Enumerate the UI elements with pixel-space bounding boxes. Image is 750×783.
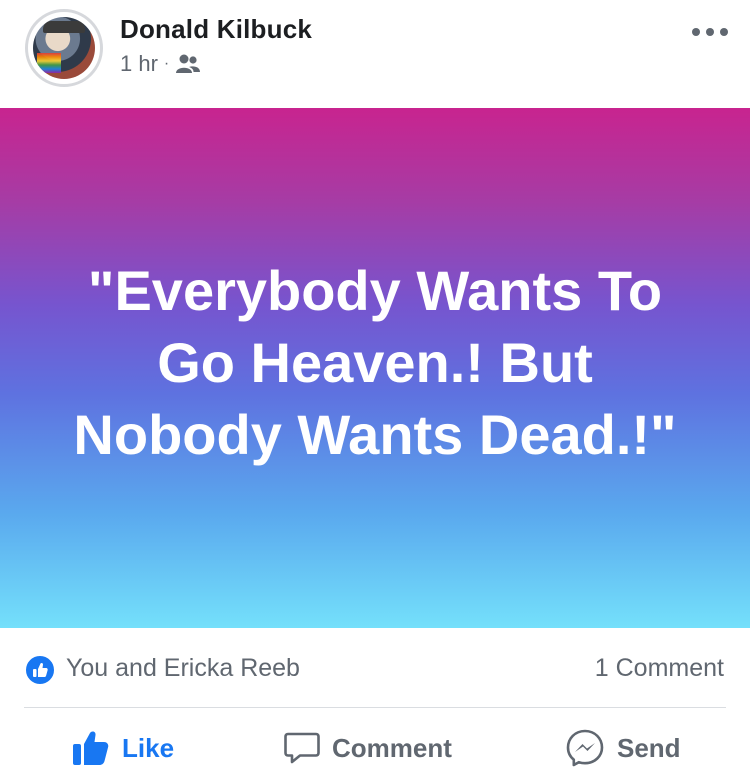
post-header: Donald Kilbuck 1 hr ·: [0, 0, 750, 108]
like-icon[interactable]: [24, 654, 56, 686]
avatar[interactable]: [25, 9, 103, 87]
like-button[interactable]: Like: [72, 726, 174, 770]
comment-button[interactable]: Comment: [284, 726, 452, 770]
action-bar: Like Comment Send: [0, 712, 750, 783]
comment-label: Comment: [332, 732, 452, 763]
comment-count[interactable]: 1 Comment: [595, 654, 724, 683]
meta-separator: ·: [163, 55, 170, 72]
friends-icon[interactable]: [175, 53, 201, 75]
thumbs-up-icon: [72, 730, 110, 766]
post-time[interactable]: 1 hr: [120, 51, 158, 77]
send-button[interactable]: Send: [565, 726, 681, 770]
send-label: Send: [617, 732, 681, 763]
reactors-summary[interactable]: You and Ericka Reeb: [66, 654, 300, 683]
divider: [24, 707, 726, 708]
more-horizontal-icon: [692, 28, 700, 36]
post-text: "Everybody Wants To Go Heaven.! But Nobo…: [73, 259, 677, 466]
comment-icon: [284, 731, 320, 765]
more-options-button[interactable]: [692, 20, 728, 44]
post-background: "Everybody Wants To Go Heaven.! But Nobo…: [0, 108, 750, 628]
reactions-bar: You and Ericka Reeb 1 Comment: [0, 640, 750, 698]
messenger-icon: [565, 728, 605, 768]
like-label: Like: [122, 732, 175, 763]
avatar-image: [33, 17, 95, 79]
author-name[interactable]: Donald Kilbuck: [120, 14, 312, 45]
post-meta: 1 hr ·: [120, 50, 201, 78]
